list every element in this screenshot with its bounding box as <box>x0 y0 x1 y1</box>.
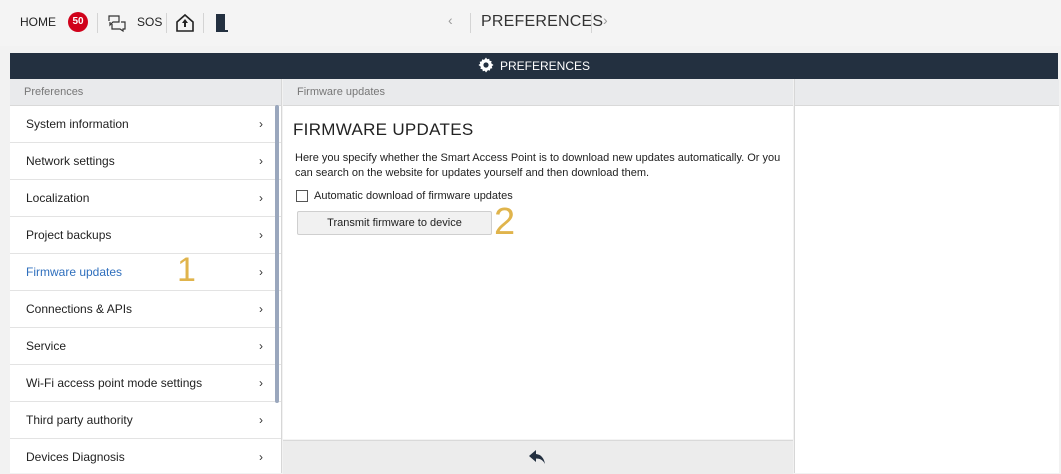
content-body: FIRMWARE UPDATES Here you specify whethe… <box>283 106 793 439</box>
auto-download-label: Automatic download of firmware updates <box>314 190 513 202</box>
sidebar-item-service[interactable]: Service › <box>10 328 281 365</box>
sidebar-item-label: Service <box>26 339 67 353</box>
chevron-right-icon: › <box>259 191 263 205</box>
divider <box>166 13 167 33</box>
sidebar-item-label: Third party authority <box>26 413 133 427</box>
divider <box>203 13 204 33</box>
chevron-right-icon: › <box>259 117 263 131</box>
content-panel: Firmware updates FIRMWARE UPDATES Here y… <box>283 79 793 474</box>
content-footer <box>283 440 793 474</box>
sidebar-scrollbar[interactable] <box>275 105 279 403</box>
sidebar-item-localization[interactable]: Localization › <box>10 180 281 217</box>
detail-panel <box>794 79 1059 473</box>
sidebar-item-project-backups[interactable]: Project backups › <box>10 217 281 254</box>
sidebar-item-label: Firmware updates <box>26 265 123 279</box>
chevron-right-icon: › <box>259 413 263 427</box>
section-title: FIRMWARE UPDATES <box>293 120 474 139</box>
sos-button[interactable]: SOS <box>137 15 162 29</box>
header-title: PREFERENCES <box>499 59 591 73</box>
detail-panel-header <box>795 79 1059 106</box>
page-title: PREFERENCES <box>481 13 604 30</box>
auto-download-row[interactable]: Automatic download of firmware updates <box>296 190 513 202</box>
divider <box>591 13 592 33</box>
sidebar-item-network-settings[interactable]: Network settings › <box>10 143 281 180</box>
chevron-right-icon: › <box>259 302 263 316</box>
notification-badge[interactable]: 50 <box>68 12 88 32</box>
message-icon[interactable] <box>105 12 127 34</box>
step-marker-2: 2 <box>494 201 516 243</box>
sidebar-heading: Preferences <box>10 79 281 106</box>
step-marker-1: 1 <box>177 251 196 289</box>
breadcrumb: Firmware updates <box>283 79 793 106</box>
divider <box>470 13 471 33</box>
door-icon[interactable] <box>211 12 233 34</box>
chevron-right-icon: › <box>259 265 263 279</box>
previous-page-button[interactable]: ‹ <box>448 12 453 28</box>
description-text: Here you specify whether the Smart Acces… <box>295 152 781 179</box>
sidebar-item-third-party-authority[interactable]: Third party authority › <box>10 402 281 439</box>
transmit-firmware-button[interactable]: Transmit firmware to device <box>297 211 492 235</box>
sidebar-item-label: Localization <box>26 191 90 205</box>
sidebar-item-connections-apis[interactable]: Connections & APIs › <box>10 291 281 328</box>
sidebar: Preferences System information › Network s… <box>10 79 282 473</box>
sidebar-item-devices-diagnosis[interactable]: Devices Diagnosis › <box>10 439 281 473</box>
house-alarm-icon[interactable] <box>174 12 196 34</box>
sidebar-item-label: System information <box>26 117 129 131</box>
sidebar-item-firmware-updates[interactable]: Firmware updates 1 › <box>10 251 281 291</box>
sidebar-item-label: Devices Diagnosis <box>26 450 125 464</box>
chevron-right-icon: › <box>259 450 263 464</box>
sidebar-item-wi-fi-access-point-mode-settings[interactable]: Wi-Fi access point mode settings › <box>10 365 281 402</box>
sidebar-item-label: Network settings <box>26 154 115 168</box>
chevron-right-icon: › <box>259 376 263 390</box>
auto-download-checkbox[interactable] <box>296 190 308 202</box>
chevron-right-icon: › <box>259 228 263 242</box>
next-page-button[interactable]: › <box>603 12 608 28</box>
gear-icon <box>478 57 494 76</box>
top-bar: HOME 50 SOS ‹ PREFERENCES › <box>0 0 1061 46</box>
sidebar-item-system-information[interactable]: System information › <box>10 106 281 143</box>
home-button[interactable]: HOME <box>20 15 56 29</box>
divider <box>97 13 98 33</box>
sidebar-item-label: Wi-Fi access point mode settings <box>26 376 203 390</box>
chevron-right-icon: › <box>259 154 263 168</box>
preferences-header: PREFERENCES <box>10 53 1058 79</box>
sidebar-item-label: Project backups <box>26 228 112 242</box>
back-arrow-icon[interactable] <box>528 449 546 465</box>
sidebar-item-label: Connections & APIs <box>26 302 133 316</box>
chevron-right-icon: › <box>259 339 263 353</box>
